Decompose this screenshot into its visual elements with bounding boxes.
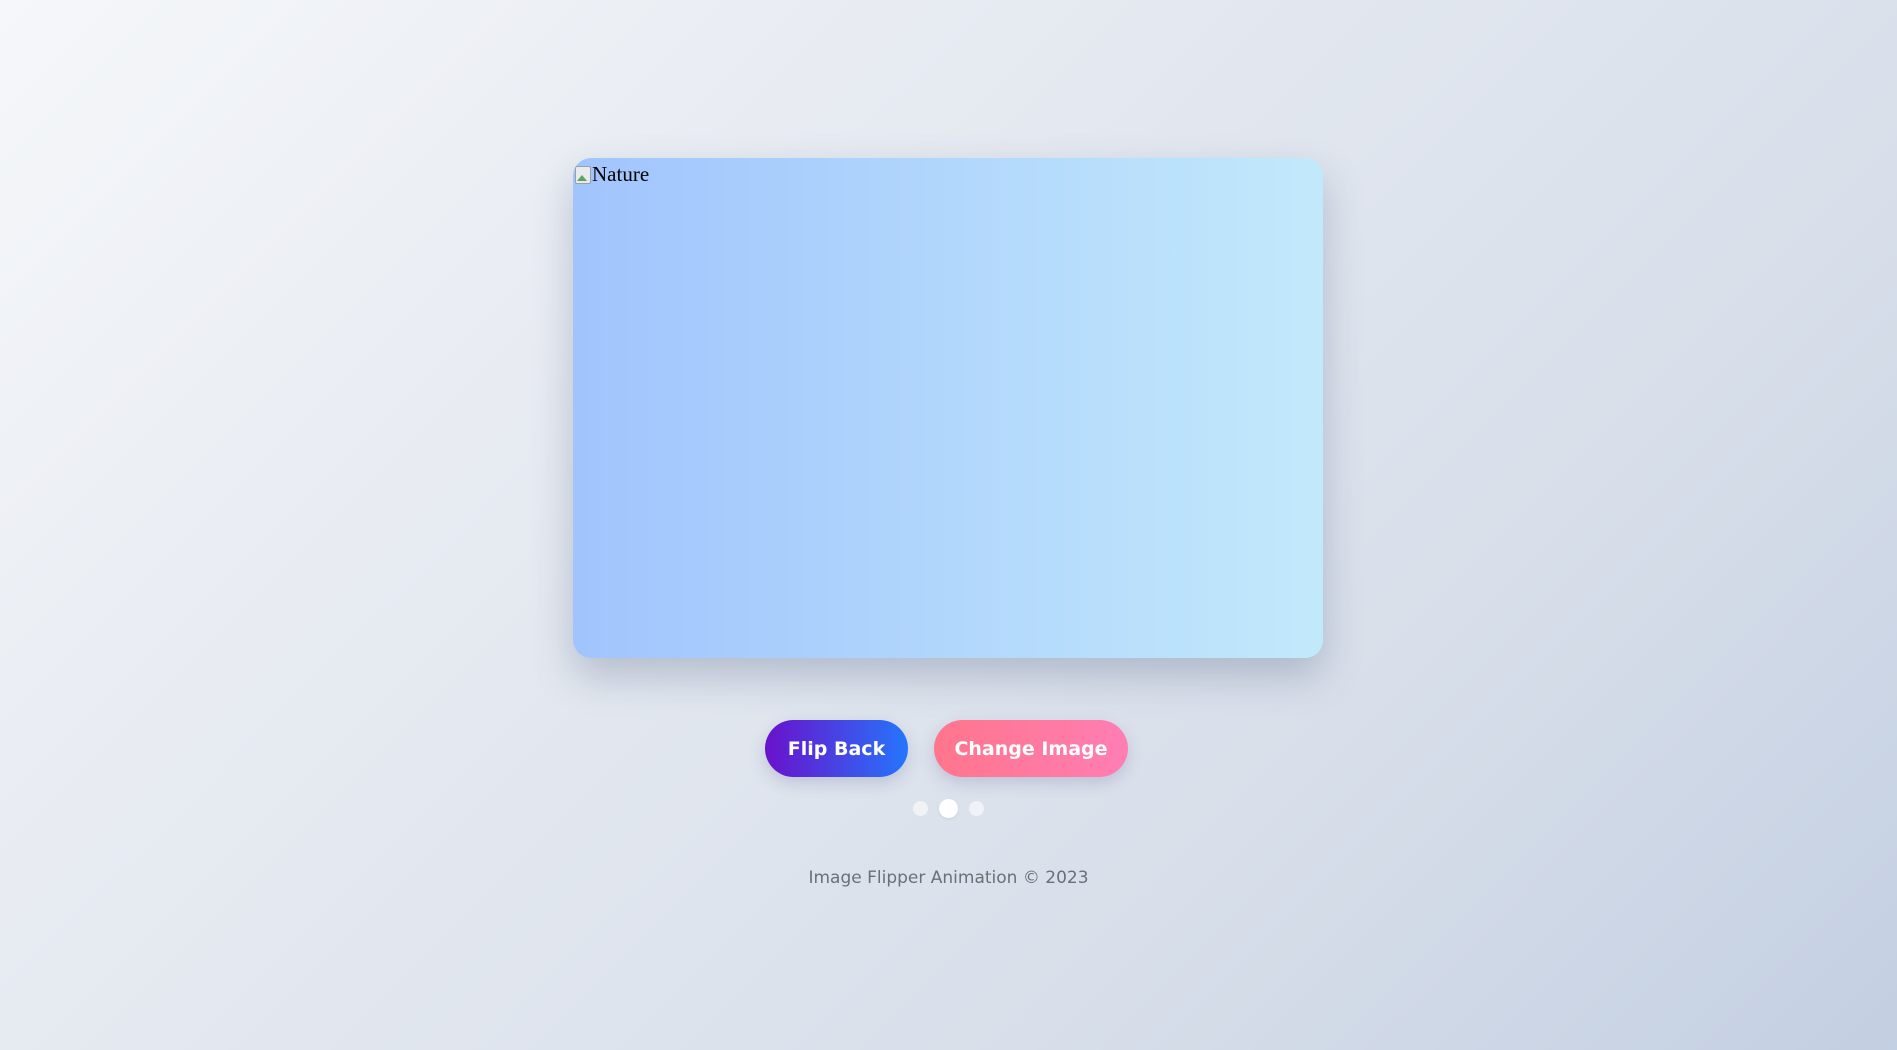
flip-back-button[interactable]: Flip Back: [765, 720, 908, 777]
indicator-dot-3[interactable]: [969, 801, 984, 816]
image-card[interactable]: Nature: [573, 158, 1323, 658]
slide-indicators: [0, 799, 1897, 818]
footer-text: Image Flipper Animation © 2023: [808, 868, 1089, 888]
change-image-button[interactable]: Change Image: [934, 720, 1128, 777]
image-alt-text: Nature: [592, 162, 650, 186]
indicator-dot-1[interactable]: [913, 801, 928, 816]
controls: Flip Back Change Image: [0, 720, 1895, 777]
card-image: Nature: [573, 158, 649, 185]
indicator-dot-2[interactable]: [939, 799, 958, 818]
broken-image-icon: [573, 165, 592, 185]
